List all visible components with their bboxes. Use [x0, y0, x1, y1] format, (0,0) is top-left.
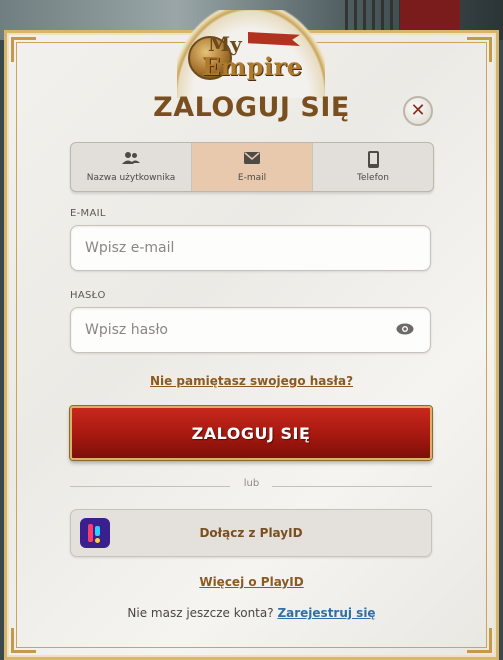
tab-username-label: Nazwa użytkownika — [86, 173, 176, 183]
phone-icon — [367, 151, 379, 169]
email-label: E-MAIL — [70, 208, 106, 219]
login-method-tabs: Nazwa użytkownika E-mail Telefon — [70, 142, 434, 192]
tab-email-label: E-mail — [237, 173, 267, 183]
divider-text: lub — [243, 478, 260, 489]
password-label: HASŁO — [70, 290, 106, 301]
playid-more-link[interactable]: Więcej o PlayID — [4, 575, 499, 589]
tab-username[interactable]: Nazwa użytkownika — [71, 143, 192, 191]
envelope-icon — [244, 151, 260, 169]
no-account-text: Nie masz jeszcze konta? — [127, 606, 274, 620]
register-link[interactable]: Zarejestruj się — [277, 606, 375, 620]
eye-icon — [396, 323, 414, 335]
tab-phone-label: Telefon — [357, 173, 389, 183]
divider-right — [272, 486, 432, 487]
playid-logo-icon — [80, 518, 110, 548]
show-password-toggle[interactable] — [396, 322, 414, 336]
playid-button[interactable]: Dołącz z PlayID — [70, 509, 432, 557]
login-button-label: ZALOGUJ SIĘ — [191, 423, 311, 443]
playid-button-label: Dołącz z PlayID — [199, 526, 303, 540]
password-field[interactable] — [70, 307, 431, 353]
tab-email[interactable]: E-mail — [192, 143, 313, 191]
forgot-password-link[interactable]: Nie pamiętasz swojego hasła? — [4, 374, 499, 388]
background-banner — [400, 0, 460, 30]
email-field[interactable] — [70, 225, 431, 271]
login-button[interactable]: ZALOGUJ SIĘ — [70, 406, 432, 460]
close-icon: ✕ — [410, 100, 426, 121]
close-button[interactable]: ✕ — [403, 96, 433, 126]
users-icon — [122, 151, 140, 169]
tab-phone[interactable]: Telefon — [313, 143, 433, 191]
register-prompt: Nie masz jeszcze konta? Zarejestruj się — [4, 606, 499, 620]
